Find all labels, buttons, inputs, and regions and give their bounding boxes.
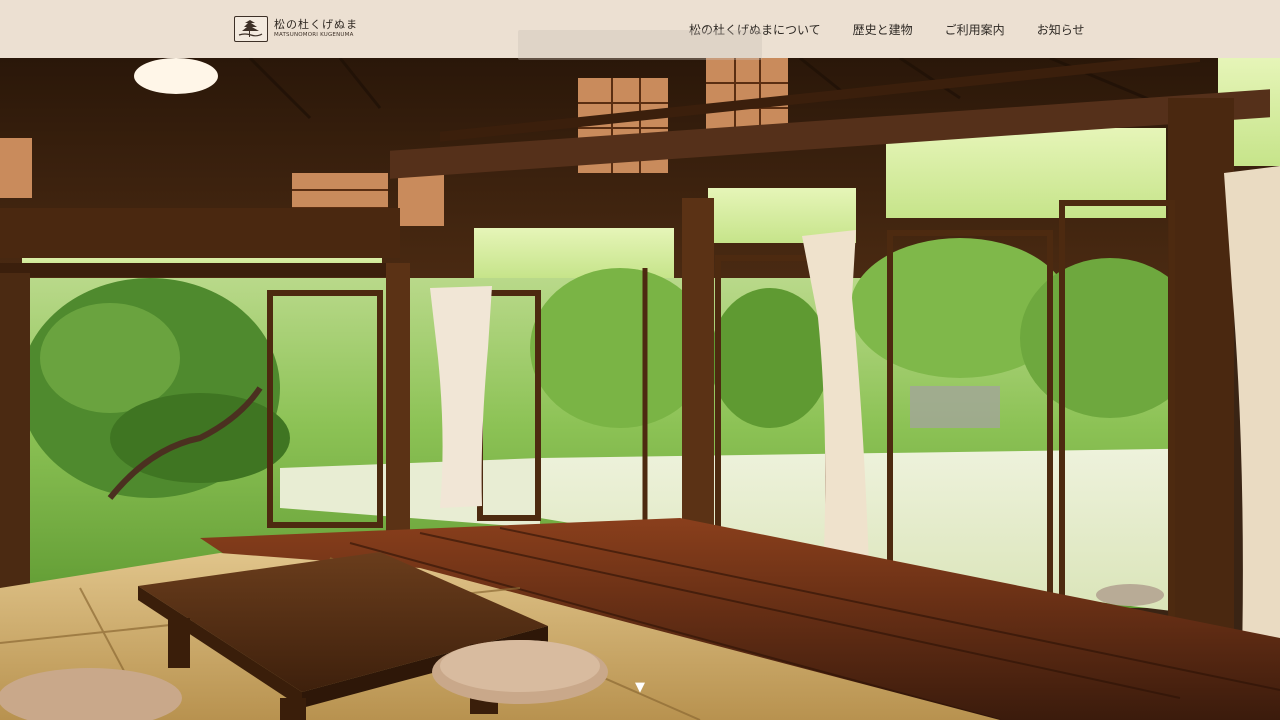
logo-subtitle: MATSUNOMORI KUGENUMA <box>274 32 354 39</box>
site-logo[interactable]: 松の杜くげぬま MATSUNOMORI KUGENUMA <box>234 16 358 42</box>
logo-title: 松の杜くげぬま <box>274 18 358 32</box>
ceiling-lamp-icon <box>134 58 218 94</box>
hero-image <box>0 58 1280 720</box>
hero-faded-button[interactable] <box>518 30 762 60</box>
nav-item-news[interactable]: お知らせ <box>1037 21 1085 38</box>
japanese-house-interior-illustration <box>0 58 1280 720</box>
pine-tree-logo-icon <box>234 16 268 42</box>
nav-item-history[interactable]: 歴史と建物 <box>853 21 913 38</box>
nav-item-guide[interactable]: ご利用案内 <box>945 21 1005 38</box>
scroll-down-icon[interactable]: ▼ <box>634 681 646 694</box>
